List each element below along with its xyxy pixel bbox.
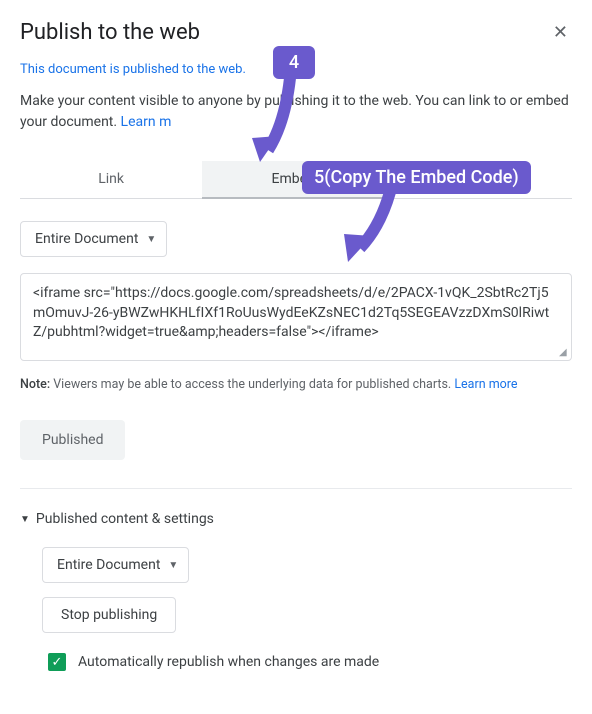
chevron-down-icon: ▼ bbox=[146, 234, 156, 245]
note-learn-more-link[interactable]: Learn more bbox=[454, 377, 517, 392]
stop-publishing-button[interactable]: Stop publishing bbox=[42, 597, 176, 633]
embed-code-box[interactable]: <iframe src="https://docs.google.com/spr… bbox=[20, 273, 572, 361]
settings-dropdown-label: Entire Document bbox=[57, 557, 160, 573]
settings-panel: Entire Document ▼ Stop publishing ✓ Auto… bbox=[20, 547, 572, 671]
dropdown-label: Entire Document bbox=[35, 231, 138, 247]
auto-republish-row: ✓ Automatically republish when changes a… bbox=[48, 653, 572, 671]
note-line: Note: Viewers may be able to access the … bbox=[20, 377, 572, 392]
close-icon[interactable]: ✕ bbox=[549, 20, 572, 46]
scope-dropdown[interactable]: Entire Document ▼ bbox=[20, 221, 167, 257]
dialog-description: Make your content visible to anyone by p… bbox=[20, 91, 572, 133]
checkmark-icon: ✓ bbox=[52, 655, 63, 670]
settings-scope-dropdown[interactable]: Entire Document ▼ bbox=[42, 547, 189, 583]
auto-republish-checkbox[interactable]: ✓ bbox=[48, 653, 66, 671]
settings-title: Published content & settings bbox=[36, 511, 214, 527]
annotation-step-4: 4 bbox=[273, 46, 315, 79]
embed-code-text: <iframe src="https://docs.google.com/spr… bbox=[33, 285, 549, 340]
annotation-step-5: 5(Copy The Embed Code) bbox=[302, 161, 531, 194]
tab-link[interactable]: Link bbox=[20, 161, 202, 198]
resize-handle-icon[interactable]: ◢ bbox=[559, 348, 569, 358]
auto-republish-label: Automatically republish when changes are… bbox=[78, 654, 379, 670]
note-text: Viewers may be able to access the underl… bbox=[50, 377, 454, 392]
settings-toggle[interactable]: ▼ Published content & settings bbox=[20, 511, 572, 527]
triangle-down-icon: ▼ bbox=[20, 514, 30, 525]
learn-more-link[interactable]: Learn m bbox=[121, 114, 172, 130]
dialog-title: Publish to the web bbox=[20, 20, 200, 45]
published-button: Published bbox=[20, 420, 125, 460]
chevron-down-icon: ▼ bbox=[168, 560, 178, 571]
note-label: Note: bbox=[20, 377, 50, 392]
divider bbox=[20, 488, 572, 489]
desc-text: Make your content visible to anyone by p… bbox=[20, 93, 569, 130]
